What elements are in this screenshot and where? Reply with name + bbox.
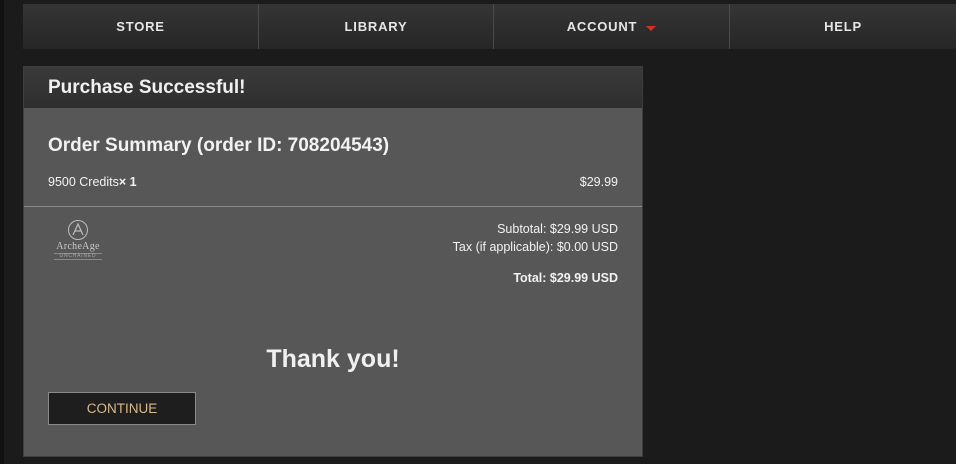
archeage-logo: ArcheAge UNCHAINED <box>48 219 108 267</box>
caret-down-icon <box>646 25 657 31</box>
logo-name: ArcheAge <box>56 241 100 252</box>
divider <box>24 206 642 207</box>
nav-library-label: LIBRARY <box>344 19 408 34</box>
purchase-panel: Purchase Successful! Order Summary (orde… <box>23 66 643 457</box>
nav-store[interactable]: STORE <box>23 4 259 49</box>
totals: Subtotal: $29.99 USD Tax (if applicable)… <box>453 220 618 287</box>
logo-emblem-icon <box>68 220 88 240</box>
panel-header: Purchase Successful! <box>24 67 642 108</box>
line-item-price: $29.99 <box>579 175 618 189</box>
tax: Tax (if applicable): $0.00 USD <box>452 240 618 254</box>
nav-help[interactable]: HELP <box>730 4 956 49</box>
left-edge <box>0 0 4 464</box>
logo-subtitle: UNCHAINED <box>54 253 102 260</box>
line-item: 9500 Credits× 1 $29.99 <box>48 175 618 193</box>
subtotal: Subtotal: $29.99 USD <box>497 222 618 236</box>
page: STORE LIBRARY ACCOUNT HELP Purchase Succ… <box>0 0 956 464</box>
nav-help-label: HELP <box>824 19 862 34</box>
continue-button-label: CONTINUE <box>86 401 158 416</box>
nav-library[interactable]: LIBRARY <box>259 4 494 49</box>
order-summary-title: Order Summary (order ID: 708204543) <box>48 135 390 156</box>
line-item-quantity: × 1 <box>118 175 137 189</box>
nav-store-label: STORE <box>116 19 165 34</box>
continue-button[interactable]: CONTINUE <box>48 392 196 425</box>
thank-you-message: Thank you! <box>266 345 400 373</box>
nav-account[interactable]: ACCOUNT <box>494 4 730 49</box>
total: Total: $29.99 USD <box>513 271 618 285</box>
line-item-name: 9500 Credits <box>48 175 119 189</box>
panel-title: Purchase Successful! <box>48 76 246 98</box>
nav-account-label: ACCOUNT <box>566 19 638 34</box>
line-item-name-group: 9500 Credits× 1 <box>48 175 137 189</box>
top-navigation: STORE LIBRARY ACCOUNT HELP <box>23 4 956 49</box>
